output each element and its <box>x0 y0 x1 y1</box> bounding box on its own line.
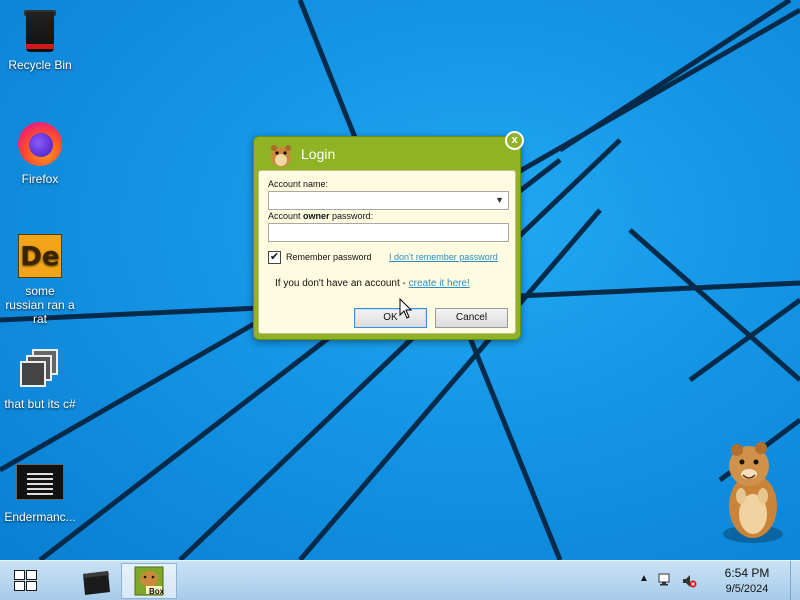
ok-button[interactable]: OK <box>354 308 427 328</box>
firefox-icon <box>16 120 64 168</box>
recycle-bin-icon <box>16 6 64 54</box>
remember-password-checkbox[interactable]: ✔ <box>268 251 281 264</box>
start-button[interactable] <box>0 561 52 600</box>
cancel-button[interactable]: Cancel <box>435 308 508 328</box>
desktop-icon-label: some russian ran a rat <box>5 284 75 326</box>
account-name-combobox[interactable]: ▼ <box>268 191 509 210</box>
desktop-icon-label: Recycle Bin <box>8 58 72 72</box>
desktop: Recycle Bin Firefox De some russian ran … <box>0 0 800 560</box>
desktop-icon-label: that but its c# <box>4 397 76 411</box>
system-tray: ▲ 6:54 PM 9/5/2024 <box>630 561 800 600</box>
password-field[interactable] <box>268 223 509 242</box>
account-name-label: Account name: <box>268 179 329 189</box>
close-button[interactable]: x <box>505 131 524 150</box>
login-form: Account name: ▼ Account owner password: … <box>258 170 516 334</box>
recycle-bin-icon <box>83 571 110 595</box>
de-app-icon: De <box>16 232 64 280</box>
desktop-icon-recycle-bin[interactable]: Recycle Bin <box>0 6 85 72</box>
taskbar-app-recycle-bin[interactable] <box>73 565 119 600</box>
hamster-logo-icon <box>271 145 291 167</box>
desktop-icon-some-russian-ran-a-rat[interactable]: De some russian ran a rat <box>0 232 85 326</box>
taskbar-app-badge: Box <box>149 587 165 596</box>
show-hidden-icons-button[interactable]: ▲ <box>639 573 649 584</box>
password-label: Account owner password: <box>268 211 374 221</box>
console-icon <box>16 458 64 506</box>
desktop-icon-that-but-its-csharp[interactable]: that but its c# <box>0 345 85 411</box>
mouse-cursor-icon <box>399 298 413 319</box>
hamster-mascot-icon <box>723 442 783 543</box>
remember-password-label: Remember password <box>286 252 372 262</box>
clock-date[interactable]: 9/5/2024 <box>716 583 778 595</box>
volume-muted-icon[interactable] <box>681 573 697 589</box>
taskbar-app-sandbox[interactable]: Box <box>121 563 177 599</box>
desktop-icon-endermanch[interactable]: Endermanc... <box>0 458 85 524</box>
login-dialog: x Login Account name: ▼ Account owner pa… <box>253 131 524 340</box>
desktop-icon-label: Endermanc... <box>4 510 76 524</box>
desktop-icon-firefox[interactable]: Firefox <box>0 120 85 186</box>
network-icon[interactable] <box>657 572 673 588</box>
forgot-password-link[interactable]: I don't remember password <box>389 252 498 262</box>
windows-logo-icon <box>14 570 38 592</box>
dialog-title: Login <box>301 146 336 162</box>
clock-time[interactable]: 6:54 PM <box>716 566 778 580</box>
taskbar: Box ▲ 6:54 PM 9/5/2024 <box>0 560 800 600</box>
chevron-down-icon[interactable]: ▼ <box>495 192 504 209</box>
create-account-link[interactable]: create it here! <box>409 278 470 289</box>
no-account-text: If you don't have an account - create it… <box>275 278 470 289</box>
show-desktop-button[interactable] <box>790 561 800 600</box>
stacked-windows-icon <box>16 345 64 393</box>
desktop-icon-label: Firefox <box>21 172 59 186</box>
